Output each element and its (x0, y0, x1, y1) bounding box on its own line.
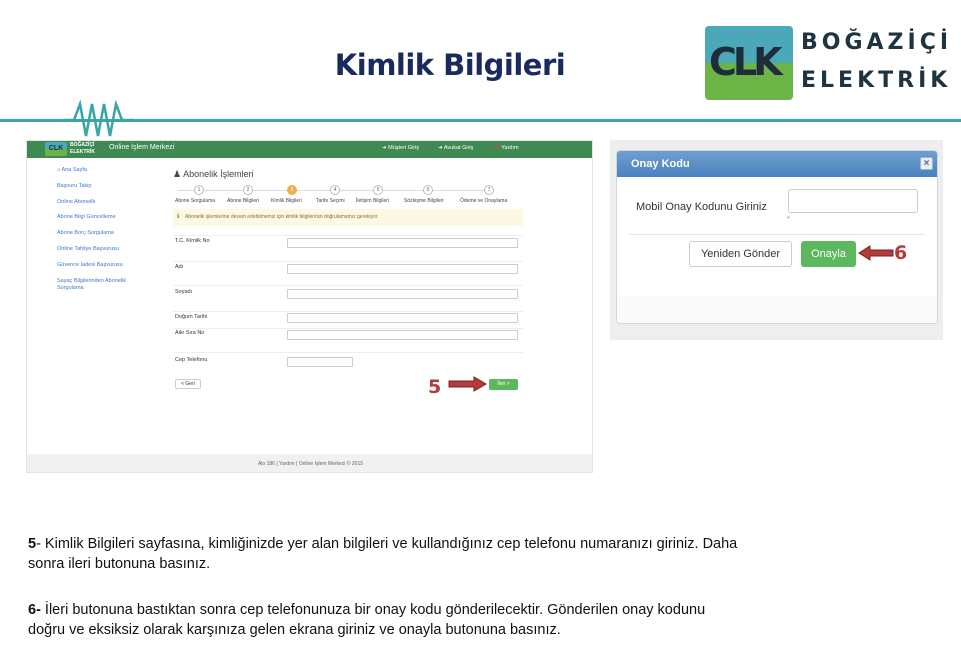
modal-title: Onay Kodu (631, 158, 690, 170)
logo-mark-text: CLK (709, 40, 783, 84)
tc-kimlik-input[interactable] (287, 238, 518, 248)
mobile-phone-input[interactable] (287, 357, 353, 367)
info-alert: ℹ Abonelik işlemlerine devam edebilmemiz… (173, 209, 523, 226)
divider-line (0, 119, 961, 122)
resend-button[interactable]: Yeniden Gönder (689, 241, 792, 267)
instruction-6: 6- İleri butonuna bastıktan sonra cep te… (28, 600, 888, 640)
info-alert-text: Abonelik işlemlerine devam edebilmemiz i… (185, 214, 379, 220)
field-label: T.C. Kimlik No (175, 238, 210, 244)
step-label: Ödeme ve Onaylama (460, 198, 508, 204)
sidebar-item-evacuation[interactable]: Online Tahliye Başvurusu (57, 246, 167, 253)
app-header: CLK BOĞAZİÇİ ELEKTRİK Online İşlem Merke… (27, 141, 592, 158)
nav-customer-login[interactable]: ➜ Müşteri Giriş (382, 145, 419, 151)
app-logo-word: BOĞAZİÇİ ELEKTRİK (70, 142, 95, 155)
sidebar-item-deposit-refund[interactable]: Güvence İadesi Başvurusu (57, 262, 167, 269)
field-label: Aile Sıra No (175, 330, 205, 336)
step-3-active: 3 (287, 185, 297, 195)
form-row-aile: Aile Sıra No (173, 328, 523, 352)
sidebar-item-application-tracking[interactable]: Başvuru Takip (57, 183, 167, 190)
form-row-tc: T.C. Kimlik No (173, 235, 523, 261)
arrow-right-icon (448, 376, 487, 392)
instruction-5: 5- Kimlik Bilgileri sayfasına, kimliğini… (28, 534, 888, 574)
app-logo-icon: CLK (45, 142, 67, 156)
field-label: Soyadı (175, 289, 193, 295)
form-row-dogum: Doğum Tarihi (173, 311, 523, 328)
next-button[interactable]: İleri > (489, 379, 518, 390)
form-row-soyad: Soyadı (173, 285, 523, 311)
step-label: Abone Sorgulama (175, 198, 216, 204)
step-6: 6 (423, 185, 433, 195)
wave-icon (64, 100, 134, 137)
marker-6: 6 (894, 242, 908, 264)
step-4: 4 (330, 185, 340, 195)
instruction-6-line-1: 6- İleri butonuna bastıktan sonra cep te… (28, 600, 888, 620)
slide-title: Kimlik Bilgileri (334, 48, 566, 82)
instruction-5-text-1: - Kimlik Bilgileri sayfasına, kimliğiniz… (36, 536, 738, 552)
field-label: Doğum Tarihi (175, 314, 208, 320)
app-footer: Alo 186 | Yardım | Online İşlem Merkezi … (27, 454, 592, 472)
step-label: Kimlik Bilgileri (271, 198, 302, 204)
identity-form-screenshot: CLK BOĞAZİÇİ ELEKTRİK Online İşlem Merke… (26, 140, 593, 473)
page-heading: ♟ Abonelik İşlemleri (173, 169, 254, 179)
slide: Kimlik Bilgileri CLK BOĞAZİÇİ ELEKTRİK C… (0, 0, 961, 664)
page-heading-text: Abonelik İşlemleri (183, 169, 254, 179)
step-2: 2 (243, 185, 253, 195)
nav-lawyer-login[interactable]: ➜ Avukat Giriş (438, 145, 473, 151)
sidebar-item-online-subscription[interactable]: Online Abonelik (57, 199, 167, 206)
instruction-5-number: 5 (28, 536, 37, 552)
sidebar-item-meter-inquiry[interactable]: Sayaç Bilgilerinden Abonelik Sorgulama (57, 278, 147, 292)
instruction-5-text-2: sonra ileri butonuna basınız. (28, 556, 211, 572)
step-5: 5 (373, 185, 383, 195)
approve-button[interactable]: Onayla (801, 241, 856, 267)
sidebar-item-label: Ana Sayfa (61, 167, 87, 173)
modal-header: Onay Kodu × (617, 151, 937, 177)
step-label: İletişim Bilgileri (356, 198, 390, 204)
info-icon: ℹ (177, 214, 180, 220)
family-order-input[interactable] (287, 330, 518, 340)
step-1: 1 (194, 185, 204, 195)
birth-date-input[interactable] (287, 313, 518, 323)
instruction-5-line-1: 5- Kimlik Bilgileri sayfasına, kimliğini… (28, 534, 888, 554)
step-label: Tarife Seçimi (316, 198, 345, 204)
sidebar: ⌂ Ana Sayfa Başvuru Takip Online Aboneli… (57, 167, 167, 300)
first-name-input[interactable] (287, 264, 518, 274)
modal-footer (617, 296, 937, 323)
nav-help[interactable]: ❓ Yardım (493, 145, 519, 151)
logo-line-1: BOĞAZİÇİ (801, 30, 953, 55)
required-marker: * (787, 216, 790, 223)
app-title: Online İşlem Merkezi (109, 144, 175, 151)
step-7: 7 (484, 185, 494, 195)
brand-logo: CLK BOĞAZİÇİ ELEKTRİK (705, 24, 948, 102)
form-row-ad: Adı (173, 261, 523, 285)
field-label: Cep Telefonu (175, 357, 208, 363)
close-icon[interactable]: × (920, 157, 933, 170)
confirmation-code-input[interactable] (788, 189, 918, 213)
nav-help-label: Yardım (501, 145, 519, 151)
logo-mark: CLK (705, 26, 793, 100)
back-button[interactable]: < Geri (175, 379, 201, 389)
instruction-6-number: 6- (28, 602, 41, 618)
confirmation-code-screenshot: Onay Kodu × Mobil Onay Kodunu Giriniz * … (610, 140, 943, 340)
step-label: Sözleşme Bilgileri (404, 198, 444, 204)
arrow-left-icon (858, 245, 894, 261)
step-label: Abone Bilgileri (227, 198, 259, 204)
instruction-6-text-2: doğru ve eksiksiz olarak karşınıza gelen… (28, 622, 561, 638)
logo-line-2: ELEKTRİK (801, 68, 952, 93)
nav-customer-login-label: Müşteri Giriş (388, 145, 420, 151)
instruction-6-text-1: İleri butonuna bastıktan sonra cep telef… (40, 602, 706, 618)
confirmation-modal: Onay Kodu × Mobil Onay Kodunu Giriniz * … (616, 150, 938, 324)
sidebar-item-debt-inquiry[interactable]: Abone Borç Sorgulama (57, 230, 167, 237)
code-field-label: Mobil Onay Kodunu Giriniz (636, 201, 767, 213)
form-row-telefon: Cep Telefonu (173, 352, 523, 375)
field-label: Adı (175, 264, 184, 270)
wizard-steps: 1 2 3 4 5 6 7 Abone Sorgulama Abone Bilg… (173, 185, 523, 207)
sidebar-item-update-info[interactable]: Abone Bilgi Güncelleme (57, 214, 167, 221)
nav-lawyer-login-label: Avukat Giriş (443, 145, 474, 151)
marker-5: 5 (428, 376, 442, 398)
modal-divider (629, 234, 925, 235)
last-name-input[interactable] (287, 289, 518, 299)
main-content: ♟ Abonelik İşlemleri 1 2 3 4 5 6 7 Abone… (173, 169, 523, 390)
sidebar-item-home[interactable]: ⌂ Ana Sayfa (57, 167, 167, 174)
